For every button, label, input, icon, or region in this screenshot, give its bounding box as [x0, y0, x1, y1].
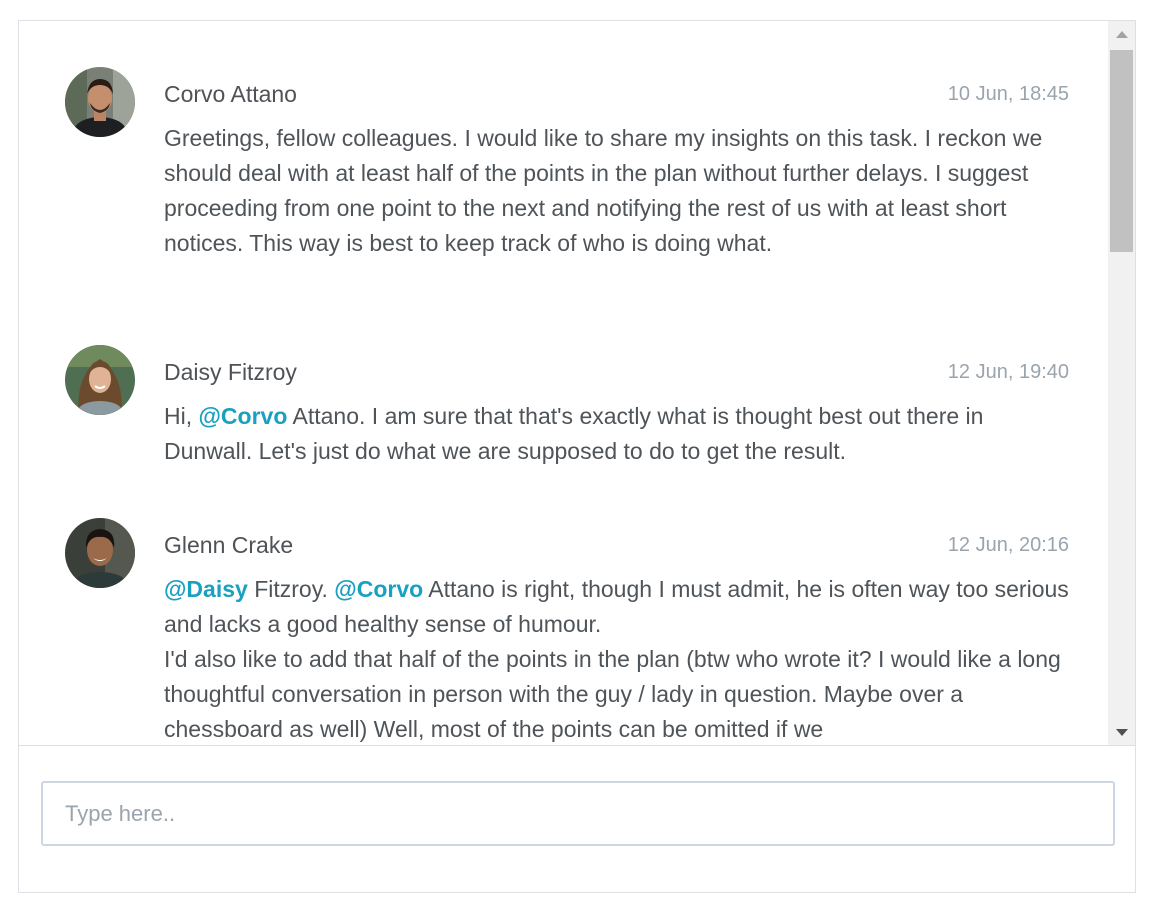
message-text-part: I'd also like to add that half of the po… [164, 646, 1061, 742]
message-author[interactable]: Corvo Attano [164, 81, 297, 108]
message-author[interactable]: Glenn Crake [164, 532, 293, 559]
arrow-down-icon[interactable] [1108, 719, 1135, 745]
message-text-part: Fitzroy. [247, 576, 335, 602]
message-author[interactable]: Daisy Fitzroy [164, 359, 297, 386]
message-timestamp: 12 Jun, 20:16 [947, 534, 1069, 556]
chat-panel: Corvo Attano 10 Jun, 18:45 Greetings, fe… [18, 20, 1136, 893]
scrollbar-thumb[interactable] [1110, 50, 1133, 252]
message-timestamp: 12 Jun, 19:40 [947, 361, 1069, 383]
message-text-part: Hi, [164, 403, 199, 429]
avatar[interactable] [65, 345, 135, 415]
message-text-part: Attano. I am sure that that's exactly wh… [164, 403, 984, 464]
message-list[interactable]: Corvo Attano 10 Jun, 18:45 Greetings, fe… [19, 21, 1135, 746]
message-timestamp: 10 Jun, 18:45 [947, 83, 1069, 105]
message-input-box[interactable] [41, 781, 1115, 846]
message-input[interactable] [43, 783, 1113, 844]
avatar[interactable] [65, 518, 135, 588]
avatar[interactable] [65, 67, 135, 137]
message-text: @Daisy Fitzroy. @Corvo Attano is right, … [164, 572, 1069, 745]
message-text: Greetings, fellow colleagues. I would li… [164, 121, 1069, 261]
vertical-scrollbar[interactable] [1108, 21, 1135, 745]
mention-link[interactable]: @Daisy [164, 576, 248, 602]
mention-link[interactable]: @Corvo [199, 403, 288, 429]
arrow-up-icon[interactable] [1108, 21, 1135, 47]
message-text-part: Greetings, fellow colleagues. I would li… [164, 125, 1043, 256]
message-text: Hi, @Corvo Attano. I am sure that that's… [164, 399, 1069, 469]
mention-link[interactable]: @Corvo [334, 576, 423, 602]
